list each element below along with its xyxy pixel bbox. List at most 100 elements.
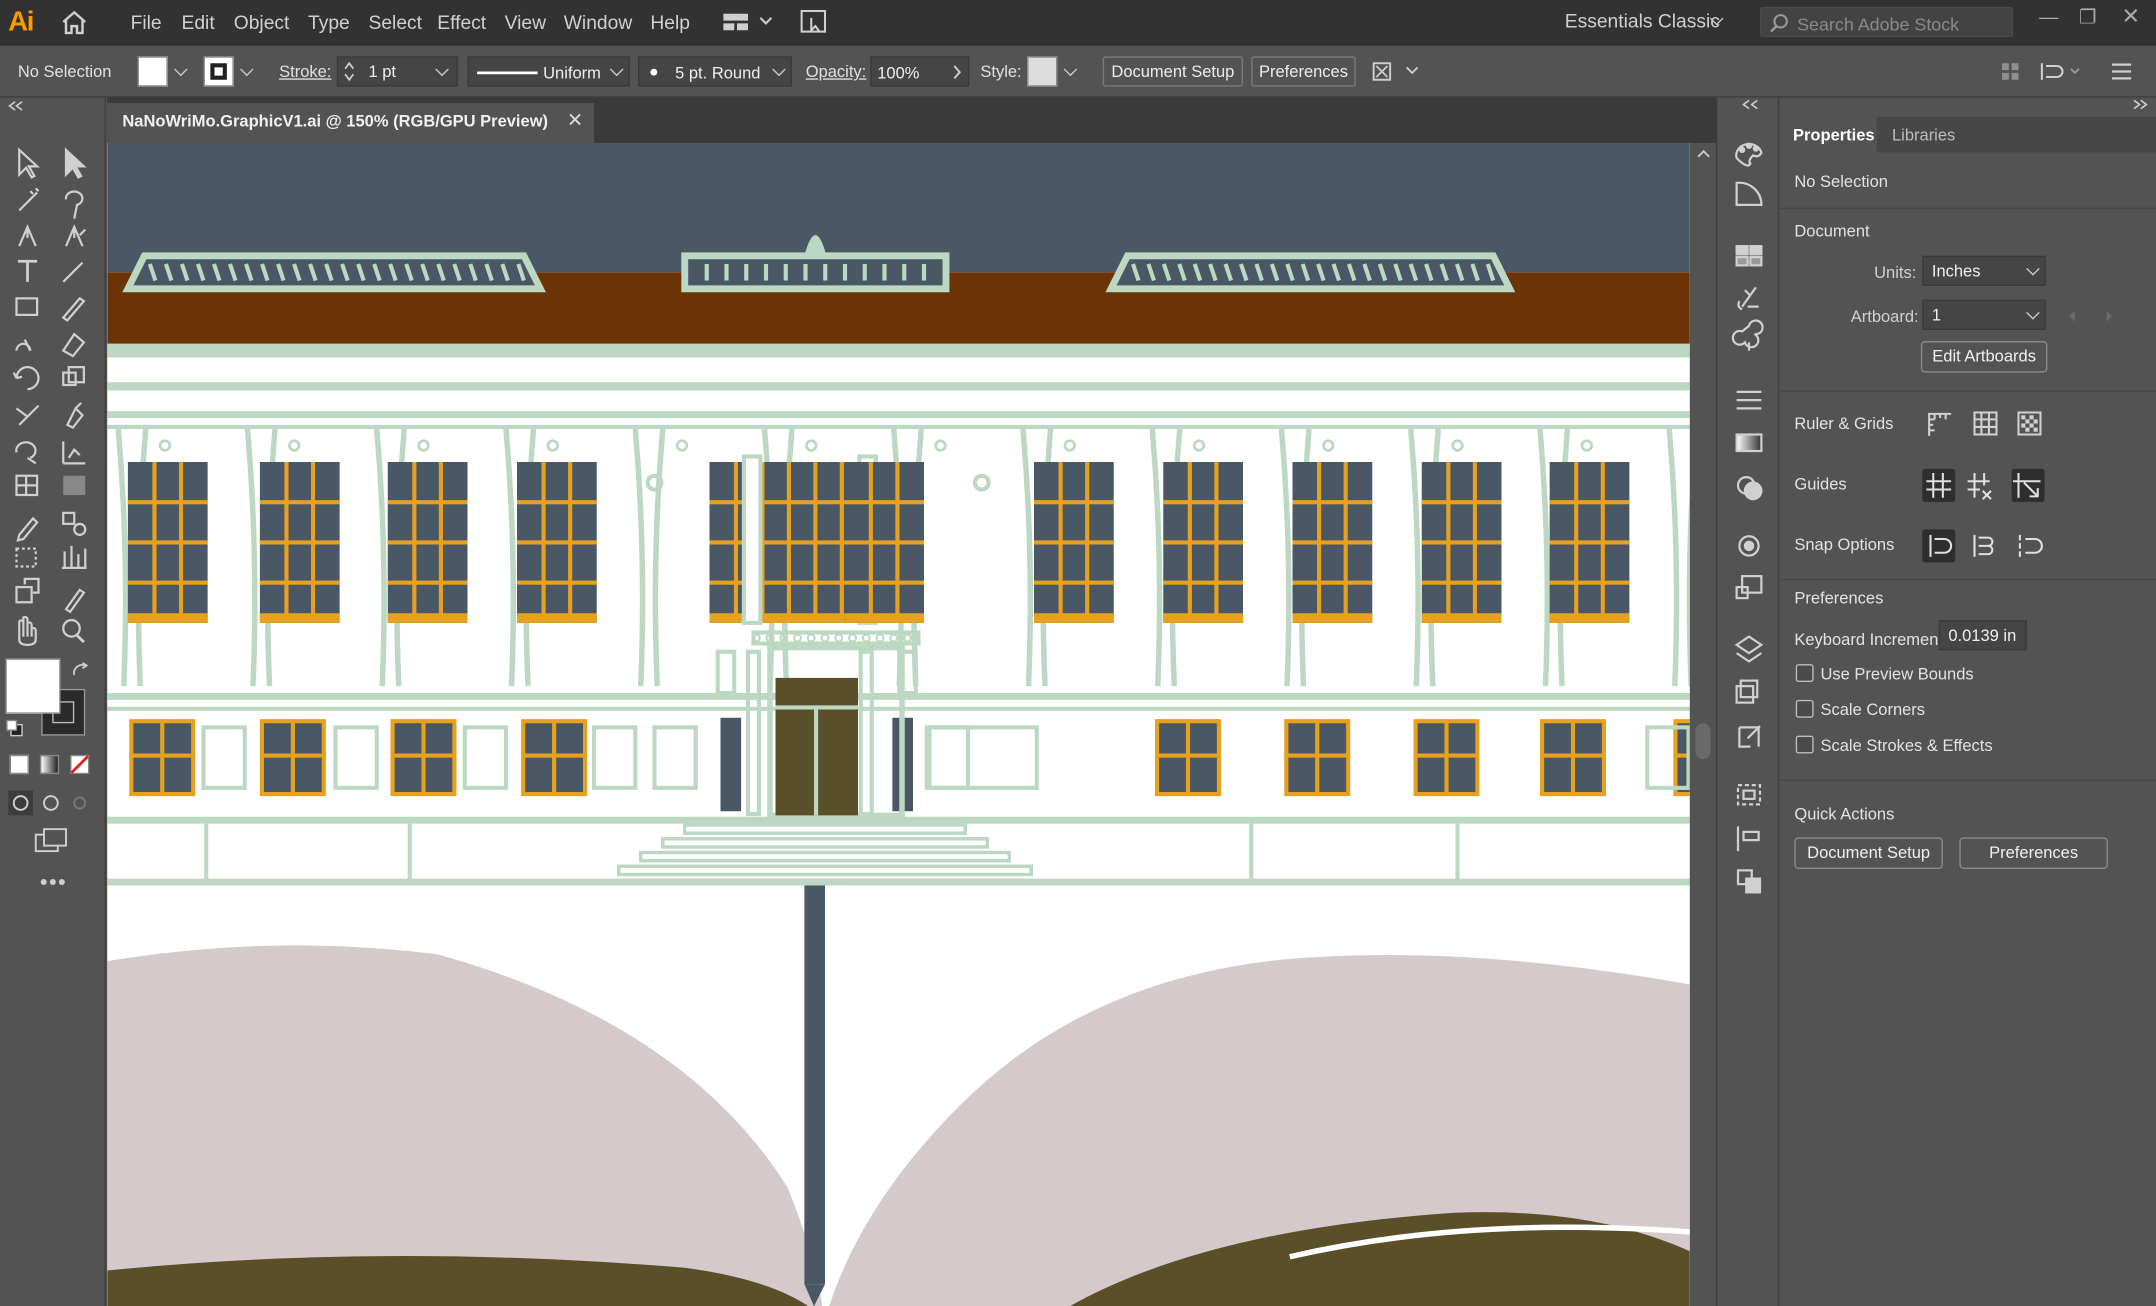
brush-definition[interactable]: 5 pt. Round <box>638 56 792 87</box>
rosette <box>288 439 301 452</box>
menu-object[interactable]: Object <box>234 11 290 33</box>
stroke-weight-field[interactable]: 1 pt <box>336 56 458 87</box>
search-input[interactable]: Search Adobe Stock <box>1760 6 2013 38</box>
document-setup-button[interactable]: Document Setup <box>1102 56 1243 87</box>
align-icon[interactable] <box>1999 61 2021 90</box>
rulers-icon <box>1928 412 1952 436</box>
edit-toolbar-icon[interactable]: ••• <box>40 872 67 897</box>
puppet-warp-icon[interactable] <box>1371 59 1421 91</box>
keyboard-increment-field[interactable]: 0.0139 in <box>1938 620 2027 651</box>
menu-type[interactable]: Type <box>308 11 350 33</box>
menu-effect[interactable]: Effect <box>437 11 486 33</box>
panel-menu-icon[interactable] <box>2112 62 2132 87</box>
arrange-documents-icon[interactable] <box>723 12 773 38</box>
color-mode-icon[interactable] <box>9 754 29 775</box>
profile-label: Uniform <box>543 63 601 83</box>
restore-icon[interactable]: ❐ <box>2079 6 2096 29</box>
scroll-thumb[interactable] <box>1695 723 1711 759</box>
scale-strokes-effects-checkbox[interactable] <box>1795 735 1814 754</box>
selection-tool-icon <box>18 147 40 179</box>
scale-corners-checkbox[interactable] <box>1795 699 1814 718</box>
menu-bar: Ai File Edit Object Type Select Effect V… <box>0 0 2156 46</box>
tab-properties[interactable]: Properties <box>1793 125 1875 144</box>
preferences-button[interactable]: Preferences <box>1251 56 1356 87</box>
rosette <box>972 473 991 492</box>
artboard-dropdown[interactable]: 1 <box>1922 299 2046 330</box>
swap-colors-icon[interactable] <box>72 661 91 678</box>
window-transom <box>1549 540 1630 545</box>
menu-help[interactable]: Help <box>650 11 690 33</box>
rosette <box>805 439 818 452</box>
menu-view[interactable]: View <box>505 11 546 33</box>
rosette <box>546 439 559 452</box>
minimize-icon[interactable]: — <box>2039 6 2058 28</box>
blind-panel <box>201 725 247 790</box>
blind-panel <box>924 725 971 790</box>
chevron-up-icon[interactable] <box>1697 149 1711 160</box>
gradient-mode-icon[interactable] <box>39 754 60 775</box>
artboard-nav-icons[interactable] <box>2065 308 2120 325</box>
chevron-down-icon[interactable] <box>240 62 254 77</box>
graphic-style-swatch[interactable] <box>1027 56 1058 87</box>
scale-strokes-effects-label: Scale Strokes & Effects <box>1820 735 1993 755</box>
gpu-performance-icon[interactable] <box>800 9 828 42</box>
fill-color-front[interactable] <box>5 658 61 714</box>
window-transom <box>1421 580 1502 585</box>
document-heading: Document <box>1794 221 1870 241</box>
properties-selection-status: No Selection <box>1794 171 1888 192</box>
default-colors-icon[interactable] <box>6 719 25 738</box>
window-transom <box>1421 540 1502 545</box>
window-transom <box>387 540 468 545</box>
window-transom <box>844 500 924 505</box>
units-dropdown[interactable]: Inches <box>1922 255 2046 286</box>
chevron-down-icon[interactable] <box>1063 62 1078 77</box>
menu-select[interactable]: Select <box>369 11 423 33</box>
column <box>1666 428 1690 687</box>
none-mode-icon[interactable] <box>70 754 90 775</box>
home-icon[interactable] <box>61 10 89 42</box>
fill-swatch[interactable] <box>137 56 168 87</box>
window-transom <box>844 580 924 585</box>
opacity-label[interactable]: Opacity: <box>806 62 867 81</box>
stroke-weight-value: 1 pt <box>368 61 397 82</box>
document-tab-title: NaNoWriMo.GraphicV1.ai @ 150% (RGB/GPU P… <box>122 111 549 131</box>
artboard-canvas[interactable] <box>107 143 1690 1306</box>
menu-edit[interactable]: Edit <box>182 11 215 33</box>
control-bar: No Selection Stroke: 1 pt Uniform 5 pt. … <box>0 46 2156 98</box>
stroke-label[interactable]: Stroke: <box>279 62 331 81</box>
plinth-band <box>107 816 1690 824</box>
chevron-down-icon[interactable] <box>174 62 188 77</box>
window-transom <box>1163 580 1243 585</box>
window-transom <box>1163 500 1243 505</box>
close-tab-icon[interactable]: ✕ <box>567 109 583 132</box>
stroke-swatch[interactable] <box>203 56 234 87</box>
tools-panel: ••• <box>0 97 106 1306</box>
pilaster <box>715 649 737 696</box>
workspace-switcher[interactable]: Essentials Classic <box>1565 10 1720 32</box>
divider <box>1780 207 2156 209</box>
quick-preferences-button[interactable]: Preferences <box>1959 837 2108 869</box>
step <box>683 823 967 835</box>
lower-transom <box>521 753 588 758</box>
menu-window[interactable]: Window <box>564 11 632 33</box>
opacity-field[interactable]: 100% <box>870 56 970 87</box>
close-icon[interactable]: ✕ <box>2122 3 2140 31</box>
edit-artboards-button[interactable]: Edit Artboards <box>1920 341 2048 373</box>
lower-transom <box>259 753 326 758</box>
snap-icon[interactable] <box>2038 59 2088 91</box>
dentil <box>861 633 871 643</box>
tab-libraries[interactable]: Libraries <box>1892 125 1955 144</box>
screen-mode-icon[interactable] <box>33 826 69 854</box>
search-icon <box>1770 14 1788 33</box>
window-transom <box>387 580 468 585</box>
variable-width-profile[interactable]: Uniform <box>467 56 630 87</box>
document-tab[interactable]: NaNoWriMo.GraphicV1.ai @ 150% (RGB/GPU P… <box>107 103 594 143</box>
menu-file[interactable]: File <box>131 11 162 33</box>
expand-icon[interactable] <box>2130 98 2149 112</box>
vertical-scrollbar[interactable] <box>1689 143 1716 1306</box>
selection-status: No Selection <box>17 61 112 82</box>
app-logo: Ai <box>8 6 34 38</box>
use-preview-bounds-checkbox[interactable] <box>1795 664 1814 682</box>
window-transom <box>517 580 597 585</box>
quick-document-setup-button[interactable]: Document Setup <box>1794 837 1943 869</box>
